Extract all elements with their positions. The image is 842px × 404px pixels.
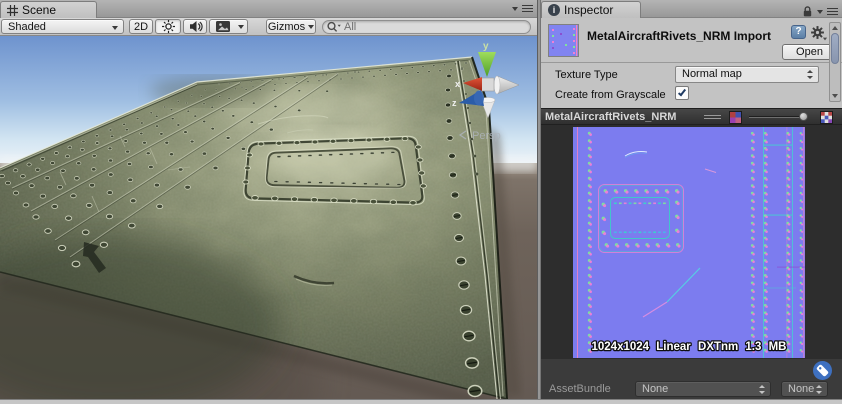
- scene-tabbar: Scene: [0, 0, 537, 18]
- chevron-down-icon: [822, 37, 828, 41]
- scrollbar-thumb[interactable]: [831, 33, 839, 64]
- window-bottom-edge: [0, 399, 842, 404]
- scene-effects-button[interactable]: [209, 19, 236, 34]
- grid-icon: [7, 4, 18, 16]
- alpha-checker-icon[interactable]: [820, 111, 833, 124]
- gizmos-label: Gizmos: [267, 20, 306, 33]
- asset-bundle-variant-value: None: [788, 383, 815, 395]
- grayscale-checkbox[interactable]: [675, 86, 689, 100]
- panel-menu-icon[interactable]: [827, 8, 838, 15]
- scene-viewport[interactable]: y x z Persp: [0, 36, 537, 399]
- scene-render: y x z Persp: [0, 36, 537, 399]
- help-button[interactable]: [791, 25, 806, 39]
- asset-title: MetalAircraftRivets_NRM Import: [587, 29, 772, 43]
- popup-arrows-icon: [759, 384, 766, 394]
- unity-editor-window: Scene Shaded 2D Gizmos All y x z Persp i…: [0, 0, 842, 404]
- panel-dropdown-icon[interactable]: [512, 6, 518, 11]
- info-icon: [548, 4, 560, 16]
- tag-icon: [816, 364, 829, 377]
- popup-arrows-icon: [807, 70, 814, 79]
- scene-tab-label: Scene: [22, 3, 57, 17]
- checkmark-icon: [677, 87, 687, 97]
- scene-audio-button[interactable]: [183, 19, 207, 34]
- popup-arrows-icon: [816, 384, 823, 394]
- drag-handle-icon[interactable]: [704, 115, 721, 119]
- search-value: All: [344, 21, 357, 33]
- image-icon: [215, 21, 230, 32]
- preview-info-caption: 1024x1024 Linear DXTnm 1.3 MB: [592, 341, 787, 353]
- scene-effects-dropdown[interactable]: [235, 19, 248, 34]
- preview-header[interactable]: MetalAircraftRivets_NRM: [541, 108, 842, 125]
- gizmo-z-label: z: [452, 98, 457, 108]
- texture-preview-area: 1024x1024 Linear DXTnm 1.3 MB: [541, 125, 842, 359]
- mip-slider[interactable]: [749, 112, 808, 121]
- gizmo-y-label: y: [483, 41, 489, 52]
- slider-knob[interactable]: [799, 112, 808, 121]
- rgb-channels-icon[interactable]: [729, 111, 742, 124]
- texture-type-value: Normal map: [682, 68, 742, 80]
- chevron-down-icon: [308, 24, 315, 29]
- asset-labels-button[interactable]: [813, 361, 832, 380]
- search-icon: [327, 21, 341, 32]
- preview-title: MetalAircraftRivets_NRM: [545, 111, 677, 123]
- gizmo-x-label: x: [455, 79, 460, 89]
- asset-bundle-variant-dropdown[interactable]: None: [781, 381, 828, 397]
- projection-label: Persp: [472, 130, 501, 142]
- search-input[interactable]: All: [322, 20, 531, 34]
- scroll-down-icon[interactable]: [832, 94, 838, 98]
- shading-mode-dropdown[interactable]: Shaded: [1, 19, 124, 34]
- grayscale-label: Create from Grayscale: [555, 89, 666, 101]
- asset-bundle-dropdown[interactable]: None: [635, 381, 771, 397]
- scroll-up-icon[interactable]: [832, 26, 838, 30]
- shading-mode-label: Shaded: [8, 20, 46, 33]
- inspector-panel: Inspector: [541, 0, 842, 404]
- texture-type-dropdown[interactable]: Normal map: [675, 66, 819, 83]
- inspector-scrollbar[interactable]: [829, 22, 841, 102]
- inspector-tabbar: Inspector: [541, 0, 842, 18]
- scene-panel: Scene Shaded 2D Gizmos All y x z Persp: [0, 0, 537, 404]
- gizmos-dropdown[interactable]: Gizmos: [266, 19, 316, 34]
- tab-scene[interactable]: Scene: [0, 1, 97, 18]
- panel-menu-icon[interactable]: [522, 5, 533, 12]
- scene-toolbar: Shaded 2D Gizmos All: [0, 18, 537, 36]
- chevron-down-icon: [238, 24, 244, 29]
- tab-inspector[interactable]: Inspector: [541, 1, 641, 18]
- scene-lighting-button[interactable]: [155, 19, 181, 34]
- asset-thumbnail: [548, 24, 579, 57]
- lock-icon[interactable]: [802, 5, 813, 18]
- asset-bundle-label: AssetBundle: [549, 383, 611, 395]
- chevron-down-icon: [112, 26, 118, 30]
- toggle-2d-button[interactable]: 2D: [129, 19, 153, 34]
- normal-map-preview: 1024x1024 Linear DXTnm 1.3 MB: [573, 127, 805, 358]
- settings-gear-button[interactable]: [810, 25, 828, 41]
- import-settings-header: MetalAircraftRivets_NRM Import ? Open: [541, 18, 842, 63]
- texture-type-label: Texture Type: [555, 69, 618, 81]
- panel-dropdown-icon[interactable]: [817, 9, 823, 14]
- sun-icon: [161, 20, 175, 33]
- toggle-2d-label: 2D: [133, 20, 149, 33]
- access-panel: [242, 135, 427, 206]
- inspector-tab-label: Inspector: [564, 3, 614, 17]
- asset-bundle-section: AssetBundle None None: [541, 359, 842, 399]
- speaker-icon: [189, 21, 203, 32]
- asset-bundle-value: None: [642, 383, 669, 395]
